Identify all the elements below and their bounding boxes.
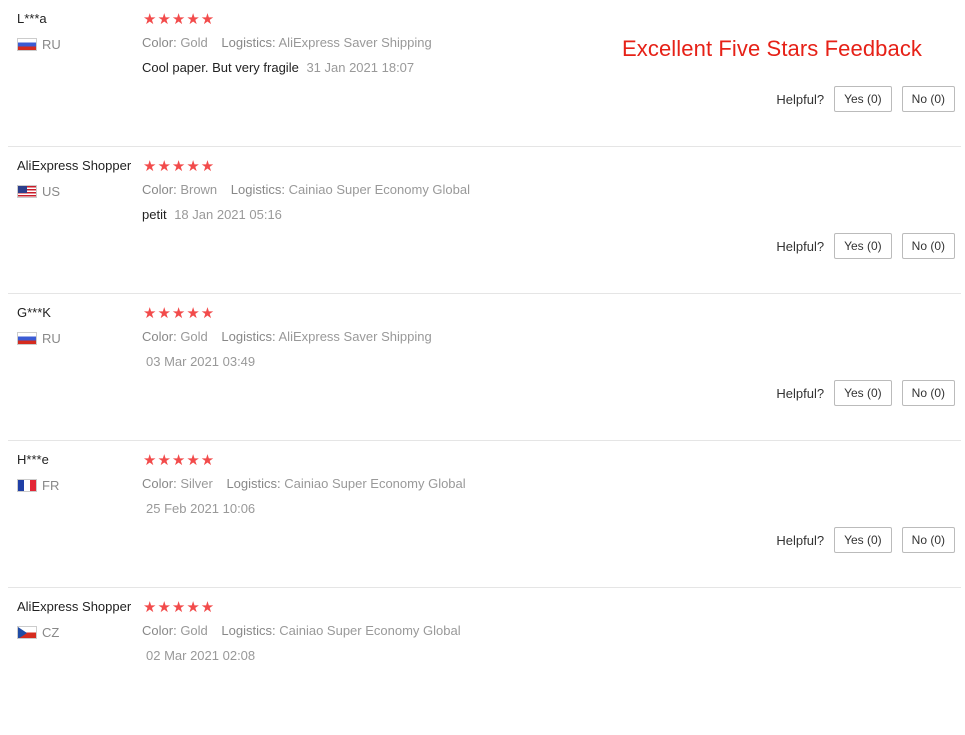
review-item: AliExpress Shopper US ★★★★★ Color: Brown…	[0, 147, 965, 294]
reviewer-name: AliExpress Shopper	[17, 158, 132, 173]
helpful-label: Helpful?	[776, 532, 825, 548]
flag-us-icon	[17, 185, 37, 198]
color-label: Color:	[142, 182, 177, 197]
review-attributes: Color: Brown Logistics: Cainiao Super Ec…	[142, 182, 470, 197]
color-value: Gold	[180, 329, 208, 344]
review-text: Cool paper. But very fragile	[142, 60, 299, 75]
review-item: L***a RU ★★★★★ Color: Gold Logistics: Al…	[0, 0, 965, 147]
logistics-label: Logistics:	[230, 182, 285, 197]
review-attributes: Color: Gold Logistics: AliExpress Saver …	[142, 329, 432, 344]
helpful-label: Helpful?	[776, 238, 825, 254]
color-value: Gold	[180, 623, 208, 638]
review-attributes: Color: Silver Logistics: Cainiao Super E…	[142, 476, 466, 491]
star-rating: ★★★★★	[143, 599, 216, 616]
logistics-label: Logistics:	[221, 35, 276, 50]
helpful-controls: Helpful? Yes (0) No (0)	[776, 86, 955, 112]
color-value: Gold	[180, 35, 208, 50]
country-code: CZ	[42, 625, 60, 640]
review-content: 02 Mar 2021 02:08	[142, 648, 255, 663]
flag-cz-icon	[17, 626, 37, 639]
color-label: Color:	[142, 476, 177, 491]
review-time: 03 Mar 2021 03:49	[146, 354, 256, 369]
review-content: Cool paper. But very fragile 31 Jan 2021…	[142, 60, 414, 75]
review-item: H***e FR ★★★★★ Color: Silver Logistics: …	[0, 441, 965, 588]
logistics-label: Logistics:	[226, 476, 281, 491]
flag-ru-icon	[17, 38, 37, 51]
helpful-label: Helpful?	[776, 91, 825, 107]
reviewer-country: CZ	[17, 625, 59, 640]
reviewer-name: G***K	[17, 305, 51, 320]
helpful-controls: Helpful? Yes (0) No (0)	[776, 380, 955, 406]
color-label: Color:	[142, 623, 177, 638]
review-content: petit 18 Jan 2021 05:16	[142, 207, 282, 222]
color-label: Color:	[142, 35, 177, 50]
star-rating: ★★★★★	[143, 305, 216, 322]
review-time: 02 Mar 2021 02:08	[146, 648, 256, 663]
flag-fr-icon	[17, 479, 37, 492]
review-attributes: Color: Gold Logistics: AliExpress Saver …	[142, 35, 432, 50]
review-item: G***K RU ★★★★★ Color: Gold Logistics: Al…	[0, 294, 965, 441]
reviewer-name: L***a	[17, 11, 47, 26]
helpful-yes-button[interactable]: Yes (0)	[834, 380, 892, 406]
review-time: 31 Jan 2021 18:07	[306, 60, 415, 75]
review-time: 18 Jan 2021 05:16	[174, 207, 282, 222]
logistics-value: Cainiao Super Economy Global	[288, 182, 471, 197]
helpful-yes-button[interactable]: Yes (0)	[834, 527, 892, 553]
review-content: 03 Mar 2021 03:49	[142, 354, 255, 369]
country-code: US	[42, 184, 61, 199]
helpful-no-button[interactable]: No (0)	[901, 86, 955, 112]
color-value: Brown	[180, 182, 218, 197]
reviewer-country: RU	[17, 331, 61, 346]
logistics-value: AliExpress Saver Shipping	[278, 35, 432, 50]
logistics-value: AliExpress Saver Shipping	[278, 329, 432, 344]
helpful-yes-button[interactable]: Yes (0)	[834, 86, 892, 112]
country-code: RU	[42, 37, 61, 52]
review-time: 25 Feb 2021 10:06	[146, 501, 256, 516]
reviewer-country: RU	[17, 37, 61, 52]
helpful-controls: Helpful? Yes (0) No (0)	[776, 527, 955, 553]
helpful-no-button[interactable]: No (0)	[901, 380, 955, 406]
flag-ru-icon	[17, 332, 37, 345]
logistics-value: Cainiao Super Economy Global	[279, 623, 461, 638]
reviewer-name: AliExpress Shopper	[17, 599, 132, 614]
country-code: FR	[42, 478, 60, 493]
star-rating: ★★★★★	[143, 158, 216, 175]
color-label: Color:	[142, 329, 177, 344]
logistics-label: Logistics:	[221, 623, 276, 638]
review-attributes: Color: Gold Logistics: Cainiao Super Eco…	[142, 623, 461, 638]
helpful-no-button[interactable]: No (0)	[901, 233, 955, 259]
country-code: RU	[42, 331, 61, 346]
review-content: 25 Feb 2021 10:06	[142, 501, 255, 516]
helpful-controls: Helpful? Yes (0) No (0)	[776, 233, 955, 259]
helpful-no-button[interactable]: No (0)	[901, 527, 955, 553]
reviewer-country: US	[17, 184, 60, 199]
color-value: Silver	[180, 476, 213, 491]
logistics-value: Cainiao Super Economy Global	[284, 476, 466, 491]
star-rating: ★★★★★	[143, 452, 216, 469]
reviewer-country: FR	[17, 478, 59, 493]
reviewer-name: H***e	[17, 452, 49, 467]
helpful-label: Helpful?	[776, 385, 825, 401]
review-text: petit	[142, 207, 167, 222]
review-item: AliExpress Shopper CZ ★★★★★ Color: Gold …	[0, 588, 965, 735]
star-rating: ★★★★★	[143, 11, 216, 28]
helpful-yes-button[interactable]: Yes (0)	[834, 233, 892, 259]
logistics-label: Logistics:	[221, 329, 276, 344]
